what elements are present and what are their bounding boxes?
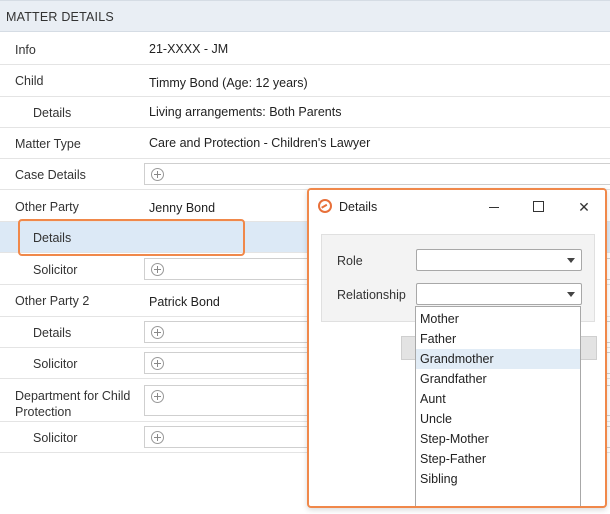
option-step-mother[interactable]: Step-Mother bbox=[416, 429, 580, 449]
other-party-2-label: Other Party 2 bbox=[15, 294, 90, 308]
add-icon[interactable] bbox=[151, 357, 164, 370]
matter-type-label: Matter Type bbox=[15, 137, 81, 151]
relationship-select[interactable] bbox=[416, 283, 582, 305]
matter-details-header: MATTER DETAILS bbox=[0, 0, 610, 32]
case-details-label: Case Details bbox=[15, 168, 86, 182]
department-solicitor-label: Solicitor bbox=[33, 431, 78, 445]
app-logo-icon bbox=[318, 199, 332, 213]
info-label: Info bbox=[15, 43, 36, 57]
maximize-icon[interactable] bbox=[527, 196, 549, 218]
chevron-down-icon[interactable] bbox=[567, 292, 575, 297]
child-details-label: Details bbox=[33, 106, 72, 120]
row-case-details: Case Details bbox=[0, 159, 610, 190]
other-party-2-details-label: Details bbox=[33, 326, 72, 340]
option-sibling[interactable]: Sibling bbox=[416, 469, 580, 489]
row-matter-type: Matter Type Care and Protection - Childr… bbox=[0, 128, 610, 159]
option-step-father[interactable]: Step-Father bbox=[416, 449, 580, 469]
add-icon[interactable] bbox=[151, 326, 164, 339]
add-icon[interactable] bbox=[151, 263, 164, 276]
department-label: Department for Child Protection bbox=[15, 389, 131, 419]
child-label: Child bbox=[15, 74, 44, 88]
other-party-value: Jenny Bond bbox=[149, 201, 216, 215]
dialog-title: Details bbox=[339, 200, 378, 214]
relationship-dropdown-list[interactable]: Mother Father Grandmother Grandfather Au… bbox=[415, 306, 581, 506]
other-party-2-value: Patrick Bond bbox=[149, 295, 220, 309]
info-value: 21-XXXX - JM bbox=[149, 42, 229, 56]
close-icon[interactable]: ✕ bbox=[573, 196, 595, 218]
option-aunt[interactable]: Aunt bbox=[416, 389, 580, 409]
option-uncle[interactable]: Uncle bbox=[416, 409, 580, 429]
child-details-value: Living arrangements: Both Parents bbox=[149, 105, 342, 119]
minimize-icon[interactable] bbox=[483, 196, 505, 218]
row-info: Info 21-XXXX - JM bbox=[0, 33, 610, 65]
case-details-field[interactable] bbox=[144, 163, 610, 185]
row-child-details: Details Living arrangements: Both Parent… bbox=[0, 97, 610, 128]
other-party-label: Other Party bbox=[15, 200, 79, 214]
other-party-2-solicitor-label: Solicitor bbox=[33, 357, 78, 371]
option-father[interactable]: Father bbox=[416, 329, 580, 349]
option-mother[interactable]: Mother bbox=[416, 309, 580, 329]
option-grandmother[interactable]: Grandmother bbox=[416, 349, 580, 369]
add-icon[interactable] bbox=[151, 168, 164, 181]
matter-type-value: Care and Protection - Children's Lawyer bbox=[149, 136, 371, 150]
other-party-solicitor-label: Solicitor bbox=[33, 263, 78, 277]
role-label: Role bbox=[337, 254, 363, 268]
child-value: Timmy Bond (Age: 12 years) bbox=[149, 76, 308, 90]
highlight-outline bbox=[18, 219, 245, 256]
add-icon[interactable] bbox=[151, 431, 164, 444]
section-title: MATTER DETAILS bbox=[6, 10, 114, 24]
role-select[interactable] bbox=[416, 249, 582, 271]
option-grandfather[interactable]: Grandfather bbox=[416, 369, 580, 389]
add-icon[interactable] bbox=[151, 390, 164, 403]
details-dialog: Details ✕ Role Relationship Mother Fathe… bbox=[307, 188, 607, 508]
chevron-down-icon[interactable] bbox=[567, 258, 575, 263]
row-child: Child Timmy Bond (Age: 12 years) bbox=[0, 65, 610, 97]
dialog-titlebar[interactable]: Details ✕ bbox=[309, 190, 605, 224]
relationship-label: Relationship bbox=[337, 288, 406, 302]
